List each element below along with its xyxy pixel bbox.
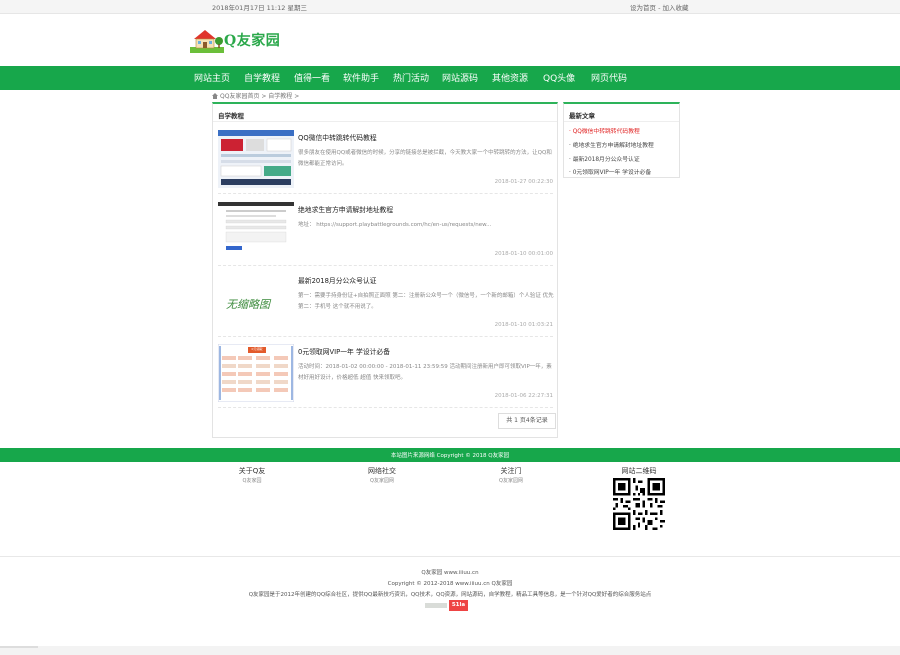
promo-thumb-label: 0元领取 xyxy=(251,347,263,351)
sidebar-item[interactable]: · 最新2018月分公众号认证 xyxy=(569,154,640,163)
article-time: 2018-01-06 22:27:31 xyxy=(494,393,553,399)
footer-col-social[interactable]: 网络社交 Q友家园网 xyxy=(358,466,406,484)
article-title[interactable]: QQ微信中转跳转代码教程 xyxy=(298,132,377,142)
article-title[interactable]: 0元领取网VIP一年 学设计必备 xyxy=(298,346,390,356)
article-time: 2018-01-10 00:01:00 xyxy=(494,251,553,257)
stat-badge-grey[interactable] xyxy=(425,603,447,608)
sidebar-item-label: 最新2018月分公众号认证 xyxy=(572,157,640,163)
logo-text: Q友家园 xyxy=(224,33,281,49)
nav-item-tutorials[interactable]: 自学教程 xyxy=(244,71,280,84)
article-list-panel: 自学教程 QQ微信中转跳转代码教程 很多朋友在使用QQ或者微信的时候，分享的链接… xyxy=(212,102,558,438)
breadcrumb-home-link[interactable]: QQ友家园首页 xyxy=(220,93,259,100)
article-thumbnail[interactable]: 无缩略图 xyxy=(218,273,294,331)
sidebar-divider xyxy=(564,121,679,122)
page: 2018年01月17日 11:12 星期三 设为首页 - 加入收藏 Q友家园 网… xyxy=(0,0,900,655)
nav-item-worth-seeing[interactable]: 值得一看 xyxy=(294,71,330,84)
footer-copyright: Copyright © 2012-2018 www.iiiuu.cn Q友家园 xyxy=(387,581,513,587)
footer-band: 本站图片来源网络 Copyright © 2018 Q友家园 xyxy=(0,448,900,462)
nav-item-home[interactable]: 网站主页 xyxy=(194,71,230,84)
footer-col-title: 网络社交 xyxy=(368,467,396,475)
heading-divider xyxy=(213,121,557,122)
current-date: 2018年01月17日 11:12 星期三 xyxy=(212,4,307,12)
article-list-heading: 自学教程 xyxy=(218,112,244,120)
article-thumbnail[interactable] xyxy=(218,130,294,188)
main-nav: 网站主页 自学教程 值得一看 软件助手 热门活动 网站源码 其他资源 QQ头像 … xyxy=(0,66,900,90)
footer-divider xyxy=(0,556,900,557)
nav-item-activities[interactable]: 热门活动 xyxy=(393,71,429,84)
breadcrumb: QQ友家园首页 > 自学教程 > xyxy=(212,91,299,100)
article-title[interactable]: 最新2018月分公众号认证 xyxy=(298,275,376,285)
breadcrumb-tail: > xyxy=(292,93,300,100)
add-favorite-link[interactable]: 加入收藏 xyxy=(662,4,688,12)
article-description: 第一：需要手持身份证+自拍照正面照 第二：注册新公众号一个（微信号，一个新的邮箱… xyxy=(298,293,554,310)
sidebar-item-label: 0元领取网VIP一年 学设计必备 xyxy=(572,170,652,176)
footer-col-qr: 网站二维码 xyxy=(612,466,666,476)
breadcrumb-separator: > xyxy=(259,93,269,100)
footer-site-name[interactable]: Q友家园 www.iiiuu.cn xyxy=(0,568,900,576)
bottom-strip-blip xyxy=(0,646,38,648)
home-icon xyxy=(212,93,218,99)
footer-band-text: 本站图片来源网络 Copyright © 2018 Q友家园 xyxy=(390,453,510,459)
article-time: 2018-01-27 00:22:30 xyxy=(494,179,553,185)
article-description: 很多朋友在使用QQ或者微信的时候，分享的链接总是被拦截，今天教大家一个中转跳转的… xyxy=(298,150,552,167)
set-home-link[interactable]: 设为首页 xyxy=(630,4,656,12)
nav-item-software[interactable]: 软件助手 xyxy=(343,71,379,84)
footer-col-follow[interactable]: 关注门 Q友家园网 xyxy=(489,466,533,484)
article-description: 地址： https://support.playbattlegrounds.co… xyxy=(298,222,492,228)
footer-col-about[interactable]: 关于Q友 Q友家园 xyxy=(230,466,274,484)
sidebar-item-label: QQ微信中转跳转代码教程 xyxy=(572,129,640,135)
top-links: 设为首页 - 加入收藏 xyxy=(630,2,688,12)
site-logo[interactable]: Q友家园 xyxy=(190,27,288,53)
top-bar: 2018年01月17日 11:12 星期三 设为首页 - 加入收藏 xyxy=(0,0,900,14)
no-thumbnail-text: 无缩略图 xyxy=(226,298,270,311)
article-description: 活动时间：2018-01-02 00:00:00 - 2018-01-11 23… xyxy=(298,364,552,381)
sidebar-item[interactable]: · QQ微信中转跳转代码教程 xyxy=(569,126,640,135)
sidebar-item-label: 绝地求生官方申请解封地址教程 xyxy=(572,143,654,149)
latest-articles-sidebar: 最新文章 · QQ微信中转跳转代码教程 · 绝地求生官方申请解封地址教程 · 最… xyxy=(563,102,680,178)
article-time: 2018-01-10 01:03:21 xyxy=(494,322,553,328)
stat-badge-51la[interactable]: 51la xyxy=(449,600,468,611)
breadcrumb-current[interactable]: 自学教程 xyxy=(268,93,292,100)
footer-col-sub: Q友家园网 xyxy=(499,478,523,484)
footer-col-sub: Q友家园 xyxy=(242,478,262,484)
footer-col-title: 关于Q友 xyxy=(238,467,266,475)
article-thumbnail[interactable] xyxy=(218,202,294,260)
house-logo-icon xyxy=(190,30,224,53)
sidebar-heading: 最新文章 xyxy=(569,112,595,120)
article-item: 绝地求生官方申请解封地址教程 地址： https://support.playb… xyxy=(218,196,553,266)
sidebar-item[interactable]: · 绝地求生官方申请解封地址教程 xyxy=(569,140,654,149)
article-item: 0元领取 0元领取网VIP一年 学设计必备 活动时间：2018-01-02 00… xyxy=(218,338,553,408)
nav-item-other-resources[interactable]: 其他资源 xyxy=(492,71,528,84)
pagination-info[interactable]: 共 1 页4条记录 xyxy=(498,413,556,429)
article-title[interactable]: 绝地求生官方申请解封地址教程 xyxy=(298,204,393,214)
sidebar-item[interactable]: · 0元领取网VIP一年 学设计必备 xyxy=(569,167,651,176)
bottom-strip xyxy=(0,646,900,655)
qr-code-icon xyxy=(613,478,665,530)
nav-item-qq-avatar[interactable]: QQ头像 xyxy=(543,71,575,84)
article-thumbnail[interactable]: 0元领取 xyxy=(218,344,294,402)
article-item: QQ微信中转跳转代码教程 很多朋友在使用QQ或者微信的时候，分享的链接总是被拦截… xyxy=(218,124,553,194)
footer-col-title: 网站二维码 xyxy=(621,467,657,475)
article-item: 无缩略图 最新2018月分公众号认证 第一：需要手持身份证+自拍照正面照 第二：… xyxy=(218,267,554,337)
footer-col-sub: Q友家园网 xyxy=(370,478,394,484)
stat-badges: 51la xyxy=(425,600,469,611)
footer-description: Q友家园是于2012年创建的QQ综合社区，提供QQ最新技巧资讯，QQ技术，QQ资… xyxy=(248,592,652,598)
nav-item-source-code[interactable]: 网站源码 xyxy=(442,71,478,84)
nav-item-web-code[interactable]: 网页代码 xyxy=(591,71,627,84)
footer-col-title: 关注门 xyxy=(500,467,522,475)
